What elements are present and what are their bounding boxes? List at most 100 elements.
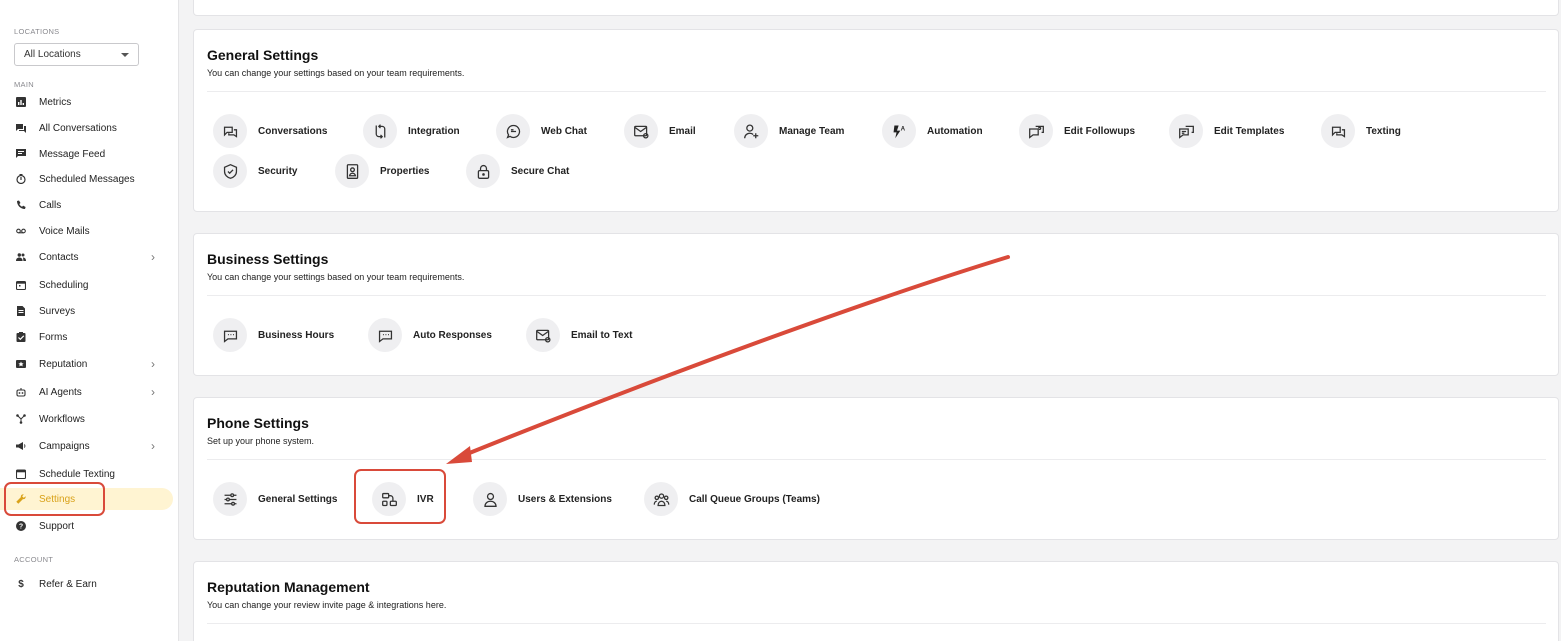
tile-phone-general-settings[interactable]: General Settings	[213, 482, 337, 516]
conversations-icon	[15, 122, 27, 134]
tile-edit-followups[interactable]: Edit Followups	[1019, 114, 1135, 148]
dollar-icon: $	[18, 578, 24, 590]
sidebar: LOCATIONS All Locations MAIN Metrics All…	[0, 0, 179, 641]
sidebar-item-support[interactable]: ? Support	[0, 515, 179, 537]
card-subtitle: You can change your settings based on yo…	[207, 272, 465, 282]
sidebar-item-label: Message Feed	[39, 148, 106, 160]
auto-responses-icon	[368, 318, 402, 352]
sidebar-item-ai-agents[interactable]: AI Agents ›	[0, 381, 179, 403]
tile-label: Web Chat	[541, 125, 587, 137]
contacts-icon	[15, 251, 27, 263]
business-settings-card: Business Settings You can change your se…	[193, 233, 1559, 376]
sidebar-item-scheduling[interactable]: Scheduling	[0, 274, 179, 296]
card-subtitle: You can change your settings based on yo…	[207, 68, 465, 78]
tile-users-extensions[interactable]: Users & Extensions	[473, 482, 612, 516]
tile-label: Business Hours	[258, 329, 335, 341]
form-icon	[15, 331, 27, 343]
tile-label: Security	[258, 165, 298, 177]
tile-business-hours[interactable]: Business Hours	[213, 318, 334, 352]
sidebar-item-label: Forms	[39, 331, 68, 343]
sidebar-item-label: Contacts	[39, 251, 79, 263]
chevron-right-icon: ›	[151, 357, 155, 371]
group-icon	[644, 482, 678, 516]
add-user-icon	[734, 114, 768, 148]
sidebar-item-contacts[interactable]: Contacts ›	[0, 246, 179, 268]
tile-texting[interactable]: Texting	[1321, 114, 1401, 148]
location-select[interactable]: All Locations	[14, 43, 139, 66]
sidebar-item-label: Support	[39, 520, 75, 532]
sidebar-item-label: Voice Mails	[39, 225, 90, 237]
sidebar-item-campaigns[interactable]: Campaigns ›	[0, 435, 179, 457]
divider	[207, 623, 1546, 624]
sidebar-item-workflows[interactable]: Workflows	[0, 408, 179, 430]
settings-highlight-box	[4, 482, 105, 516]
card-title: Business Settings	[207, 251, 329, 267]
tile-email[interactable]: Email	[624, 114, 696, 148]
sidebar-item-surveys[interactable]: Surveys	[0, 300, 179, 322]
sidebar-item-label: Surveys	[39, 305, 76, 317]
help-icon: ?	[15, 520, 27, 532]
sidebar-item-voice-mails[interactable]: Voice Mails	[0, 220, 179, 242]
shield-icon	[213, 154, 247, 188]
sidebar-item-reputation[interactable]: Reputation ›	[0, 353, 179, 375]
survey-icon	[15, 305, 27, 317]
chevron-right-icon: ›	[151, 385, 155, 399]
sidebar-item-scheduled-messages[interactable]: Scheduled Messages	[0, 168, 179, 190]
reputation-management-card: Reputation Management You can change you…	[193, 561, 1559, 641]
email-to-text-icon	[526, 318, 560, 352]
tile-edit-templates[interactable]: Edit Templates	[1169, 114, 1284, 148]
divider	[207, 459, 1546, 460]
tile-security[interactable]: Security	[213, 154, 297, 188]
voicemail-icon	[15, 225, 27, 237]
sidebar-item-message-feed[interactable]: Message Feed	[0, 143, 179, 165]
tile-manage-team[interactable]: Manage Team	[734, 114, 844, 148]
calendar-text-icon	[15, 468, 27, 480]
tile-label: General Settings	[258, 493, 338, 505]
reputation-icon	[15, 358, 27, 370]
texting-icon	[1321, 114, 1355, 148]
general-settings-card: General Settings You can change your set…	[193, 29, 1559, 212]
megaphone-icon	[15, 440, 27, 452]
sidebar-item-refer-earn[interactable]: $ Refer & Earn	[0, 573, 179, 595]
locations-section-label: LOCATIONS	[14, 27, 60, 36]
card-title: General Settings	[207, 47, 319, 63]
timer-icon	[15, 173, 27, 185]
message-feed-icon	[15, 148, 27, 160]
tile-label: Manage Team	[779, 125, 845, 137]
svg-text:A: A	[900, 126, 905, 132]
tile-call-queue-groups[interactable]: Call Queue Groups (Teams)	[644, 482, 820, 516]
sidebar-item-label: Calls	[39, 199, 62, 211]
tile-web-chat[interactable]: Web Chat	[496, 114, 587, 148]
tile-label: Automation	[927, 125, 983, 137]
sidebar-item-forms[interactable]: Forms	[0, 326, 179, 348]
tile-label: Secure Chat	[511, 165, 570, 177]
sidebar-item-calls[interactable]: Calls	[0, 194, 179, 216]
tile-conversations[interactable]: Conversations	[213, 114, 327, 148]
tile-label: Edit Templates	[1214, 125, 1285, 137]
sidebar-item-label: Refer & Earn	[39, 578, 97, 590]
automation-icon: A	[882, 114, 916, 148]
tile-secure-chat[interactable]: Secure Chat	[466, 154, 569, 188]
sidebar-item-label: Metrics	[39, 96, 72, 108]
chevron-right-icon: ›	[151, 439, 155, 453]
tile-auto-responses[interactable]: Auto Responses	[368, 318, 492, 352]
divider	[207, 295, 1546, 296]
sidebar-item-all-conversations[interactable]: All Conversations	[0, 117, 179, 139]
card-subtitle: You can change your review invite page &…	[207, 600, 447, 610]
followups-icon	[1019, 114, 1053, 148]
tile-properties[interactable]: Properties	[335, 154, 429, 188]
business-hours-icon	[213, 318, 247, 352]
sidebar-item-label: Scheduled Messages	[39, 173, 135, 185]
tile-email-to-text[interactable]: Email to Text	[526, 318, 633, 352]
sidebar-item-label: Scheduling	[39, 279, 89, 291]
card-subtitle: Set up your phone system.	[207, 436, 315, 446]
sliders-icon	[213, 482, 247, 516]
conversations-icon	[213, 114, 247, 148]
email-icon	[624, 114, 658, 148]
main-section-label: MAIN	[14, 80, 34, 89]
calendar-icon	[15, 279, 27, 291]
tile-automation[interactable]: A Automation	[882, 114, 983, 148]
metrics-icon	[15, 96, 27, 108]
sidebar-item-metrics[interactable]: Metrics	[0, 91, 179, 113]
tile-integration[interactable]: Integration	[363, 114, 460, 148]
